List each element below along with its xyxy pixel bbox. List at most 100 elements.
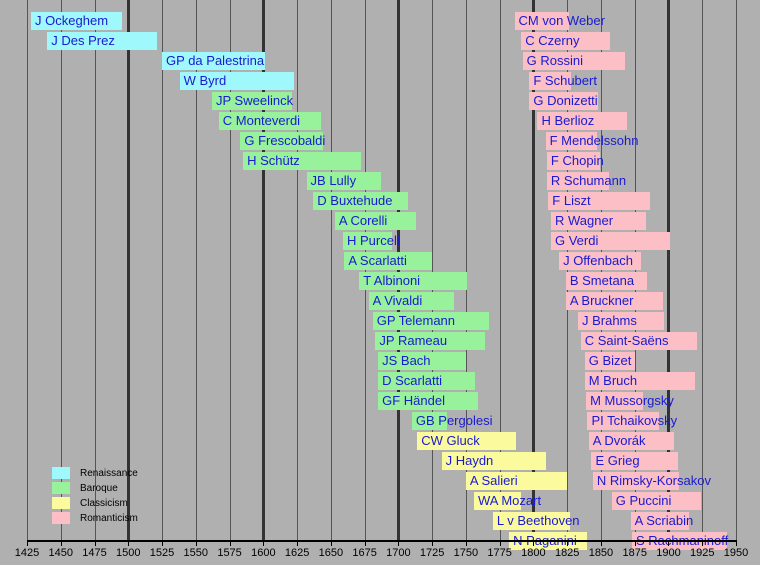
timeline-bar[interactable]: JP Sweelinck (212, 92, 294, 110)
timeline-bar[interactable]: H Purcell (343, 232, 400, 250)
gridline-minor (702, 0, 704, 540)
timeline-bar[interactable]: C Czerny (521, 32, 611, 50)
timeline-bar[interactable]: CW Gluck (417, 432, 516, 450)
timeline-bar-label: E Grieg (595, 453, 640, 468)
timeline-bar[interactable]: G Puccini (611, 492, 701, 510)
timeline-bar-label: M Mussorgsky (590, 393, 674, 408)
x-axis-tick (330, 540, 332, 546)
timeline-bar[interactable]: JP Rameau (375, 332, 485, 350)
timeline-bar[interactable]: F Schubert (529, 72, 597, 90)
timeline-bar[interactable]: GF Händel (378, 392, 479, 410)
timeline-bar[interactable]: A Dvorák (588, 432, 674, 450)
timeline-bar[interactable]: C Saint-Saëns (580, 332, 697, 350)
timeline-bar[interactable]: R Schumann (546, 172, 626, 190)
x-axis-tick-label: 1925 (689, 547, 715, 559)
x-axis-tick-label: 1575 (217, 547, 242, 559)
timeline-bar[interactable]: CM von Weber (514, 12, 605, 30)
timeline-bar[interactable]: A Scriabin (630, 512, 693, 530)
composer-timeline-chart: J Ockeghem J Des Prez GP da Palestrina W By… (0, 0, 760, 565)
timeline-bar[interactable]: G Bizet (584, 352, 635, 370)
legend-label: Classicism (80, 497, 128, 509)
timeline-bar[interactable]: C Monteverdi (218, 112, 322, 130)
timeline-bar[interactable]: H Schütz (243, 152, 361, 170)
x-axis-tick (162, 540, 164, 546)
timeline-bar-label: A Corelli (338, 213, 388, 228)
timeline-bar-label: N Rimsky-Korsakov (596, 473, 711, 488)
timeline-bar-label: J Des Prez (51, 33, 115, 48)
x-axis: 1425 1450 1475 1500 1525 1550 1575 1600 1625 1650… (0, 540, 760, 565)
timeline-bar[interactable]: PI Tchaikovsky (587, 412, 677, 430)
legend-swatch (52, 467, 70, 479)
timeline-bar[interactable]: M Bruch (584, 372, 696, 390)
timeline-bar[interactable]: A Corelli (334, 212, 416, 230)
timeline-bar[interactable]: J Des Prez (47, 32, 157, 50)
timeline-bar[interactable]: F Liszt (548, 192, 650, 210)
x-axis-tick-label: 1600 (251, 547, 276, 559)
x-axis-tick (668, 540, 670, 546)
timeline-bar[interactable]: G Verdi (550, 232, 670, 250)
timeline-bar[interactable]: WA Mozart (474, 492, 541, 510)
x-axis-tick-label: 1950 (723, 547, 749, 559)
timeline-bar[interactable]: GB Pergolesi (411, 412, 492, 430)
timeline-bar[interactable]: N Rimsky-Korsakov (592, 472, 711, 490)
timeline-bar-label: F Liszt (552, 193, 591, 208)
timeline-bar[interactable]: B Smetana (565, 272, 647, 290)
timeline-bar-label: JP Sweelinck (216, 93, 294, 108)
timeline-bar[interactable]: GP Telemann (372, 312, 489, 330)
timeline-bar[interactable]: F Chopin (546, 152, 604, 170)
timeline-bar-label: G Rossini (526, 53, 583, 68)
timeline-bar[interactable]: GP da Palestrina (162, 52, 265, 70)
timeline-bar-label: R Wagner (554, 213, 614, 228)
legend-label: Romanticism (80, 512, 138, 524)
timeline-bar[interactable]: JS Bach (378, 352, 466, 370)
timeline-bar[interactable]: W Byrd (179, 72, 295, 90)
timeline-bar[interactable]: J Offenbach (559, 252, 642, 270)
timeline-bar[interactable]: L v Beethoven (492, 512, 580, 530)
timeline-bar[interactable]: R Wagner (550, 212, 646, 230)
timeline-bar-label: A Salieri (469, 473, 518, 488)
legend-item[interactable]: Renaissance (52, 466, 138, 480)
x-axis-tick (128, 540, 130, 546)
x-axis-tick (364, 540, 366, 546)
timeline-bar[interactable]: A Scarlatti (344, 252, 433, 270)
timeline-bar[interactable]: H Berlioz (537, 112, 627, 130)
x-axis-tick (229, 540, 231, 546)
timeline-bar[interactable]: JB Lully (306, 172, 381, 190)
timeline-bar[interactable]: G Rossini (522, 52, 626, 70)
timeline-bar[interactable]: G Frescobaldi (240, 132, 325, 150)
timeline-bar[interactable]: T Albinoni (359, 272, 468, 290)
gridline-major (397, 0, 401, 540)
timeline-bar-label: D Buxtehude (317, 193, 393, 208)
timeline-bar[interactable]: D Buxtehude (313, 192, 408, 210)
legend-label: Renaissance (80, 467, 138, 479)
timeline-bar[interactable]: D Scarlatti (378, 372, 476, 390)
timeline-bar-label: A Scriabin (634, 513, 694, 528)
x-axis-tick (297, 540, 299, 546)
x-axis-tick-label: 1450 (48, 547, 73, 559)
timeline-bar-label: CM von Weber (518, 13, 605, 28)
timeline-bar[interactable]: A Vivaldi (368, 292, 454, 310)
x-axis-tick-label: 1525 (149, 547, 175, 559)
x-axis-tick (736, 540, 737, 546)
timeline-bar[interactable]: G Donizetti (529, 92, 599, 110)
timeline-bar-label: C Saint-Saëns (584, 333, 669, 348)
timeline-bar-label: A Scarlatti (348, 253, 407, 268)
timeline-bar-label: A Bruckner (569, 293, 634, 308)
x-axis-tick-label: 1550 (183, 547, 209, 559)
timeline-bar[interactable]: A Salieri (465, 472, 568, 490)
timeline-bar-label: J Haydn (445, 453, 494, 468)
timeline-bar[interactable]: J Brahms (577, 312, 665, 330)
timeline-bar[interactable]: J Ockeghem (31, 12, 122, 30)
timeline-bar[interactable]: M Mussorgsky (586, 392, 674, 410)
x-axis-tick-label: 1650 (318, 547, 344, 559)
timeline-bar[interactable]: F Mendelssohn (545, 132, 638, 150)
legend-label: Baroque (80, 482, 118, 494)
legend-item[interactable]: Classicism (52, 496, 138, 510)
legend-item[interactable]: Baroque (52, 481, 138, 495)
legend-item[interactable]: Romanticism (52, 511, 138, 525)
timeline-bar[interactable]: J Haydn (441, 452, 546, 470)
x-axis-tick-label: 1425 (14, 547, 40, 559)
timeline-bar-label: G Puccini (615, 493, 672, 508)
timeline-bar[interactable]: E Grieg (591, 452, 678, 470)
timeline-bar[interactable]: A Bruckner (565, 292, 664, 310)
